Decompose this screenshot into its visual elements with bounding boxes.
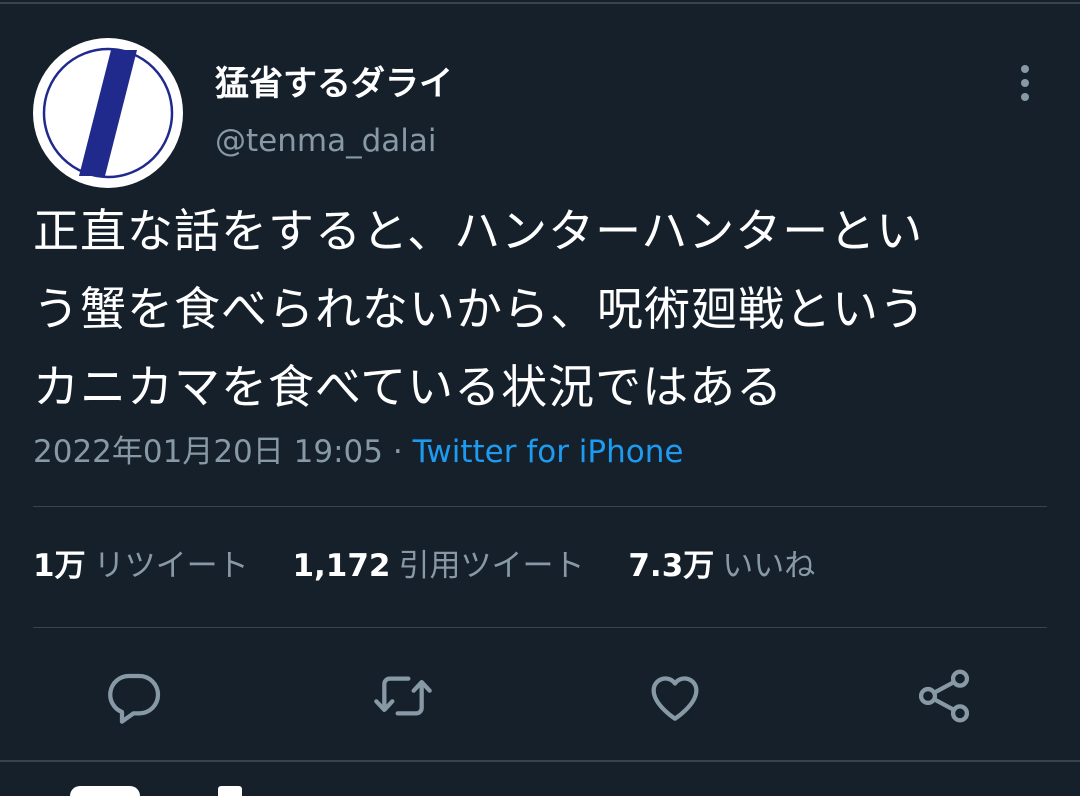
- display-name[interactable]: 猛省するダライ: [215, 62, 453, 106]
- tweet-text-line: う蟹を食べられないから、呪術廻戦という: [33, 282, 926, 336]
- reply-icon: [108, 673, 161, 724]
- retweet-label: リツイート: [93, 548, 249, 584]
- like-count-stat[interactable]: 7.3万 いいね: [628, 548, 815, 584]
- next-tweet-name-peek: [218, 786, 242, 796]
- avatar-logo: [35, 40, 181, 186]
- quote-count: 1,172: [292, 548, 391, 584]
- top-divider: [0, 2, 1080, 4]
- divider: [33, 506, 1047, 507]
- tweet-meta: 2022年01月20日 19:05 · Twitter for iPhone: [33, 430, 683, 474]
- tweet-source-link[interactable]: Twitter for iPhone: [413, 434, 684, 470]
- avatar[interactable]: [33, 38, 183, 188]
- retweet-icon: [374, 676, 432, 716]
- tweet-timestamp[interactable]: 2022年01月20日 19:05: [33, 434, 383, 470]
- reply-button[interactable]: [102, 664, 166, 728]
- tweet-text-line: カニカマを食べている状況ではある: [33, 360, 784, 414]
- retweet-count-stat[interactable]: 1万 リツイート: [33, 548, 258, 584]
- share-icon: [918, 669, 970, 723]
- retweet-button[interactable]: [371, 664, 435, 728]
- more-options-button[interactable]: [1005, 60, 1045, 106]
- quote-label: 引用ツイート: [398, 548, 585, 584]
- quote-count-stat[interactable]: 1,172 引用ツイート: [292, 548, 594, 584]
- tweet-text: 正直な話をすると、ハンターハンターとい う蟹を食べられないから、呪術廻戦という …: [33, 192, 1033, 426]
- retweet-count: 1万: [33, 548, 86, 584]
- like-label: いいね: [722, 548, 816, 584]
- divider: [33, 627, 1047, 628]
- share-button[interactable]: [912, 664, 976, 728]
- tweet-text-line: 正直な話をすると、ハンターハンターとい: [33, 204, 924, 258]
- tweet-stats: 1万 リツイート 1,172 引用ツイート 7.3万 いいね: [33, 543, 849, 589]
- like-count: 7.3万: [628, 548, 715, 584]
- more-vertical-icon: [1021, 65, 1029, 101]
- heart-icon: [651, 676, 699, 721]
- next-tweet-avatar-peek: [70, 786, 140, 796]
- like-button[interactable]: [643, 664, 707, 728]
- user-handle[interactable]: @tenma_dalai: [215, 120, 436, 162]
- bottom-divider: [0, 760, 1080, 762]
- meta-separator: ·: [392, 434, 403, 470]
